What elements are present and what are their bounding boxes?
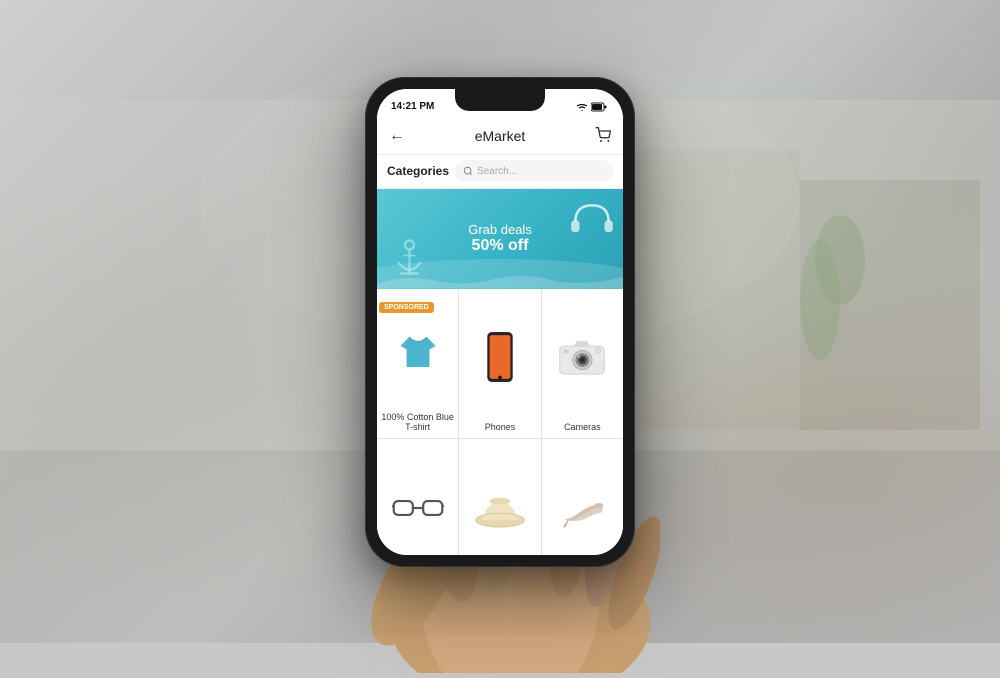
shoes-image <box>546 447 619 555</box>
app-content: Grab deals 50% off SPONSORED <box>377 189 623 555</box>
status-time: 14:21 PM <box>391 101 434 112</box>
search-bar: Categories Search... <box>377 155 623 189</box>
search-input-area[interactable]: Search... <box>455 160 613 182</box>
cameras-label: Cameras <box>564 422 601 432</box>
sponsored-badge: SPONSORED <box>379 302 434 313</box>
shirt-icon <box>396 330 440 374</box>
phone-body: 14:21 PM <box>365 77 635 567</box>
search-icon <box>463 166 473 176</box>
app-header: ← eMarket <box>377 119 623 155</box>
banner-wave <box>377 269 623 289</box>
camera-icon <box>558 337 606 377</box>
hat-image <box>463 447 536 555</box>
headphones-icon <box>567 195 617 245</box>
product-cell-shoes[interactable]: Shoes <box>542 439 623 555</box>
banner-wrapper: Grab deals 50% off SPONSORED <box>377 189 623 289</box>
banner-line2: 50% off <box>468 237 532 255</box>
phone-product-image <box>463 297 536 419</box>
battery-icon <box>591 102 607 112</box>
promotional-banner[interactable]: Grab deals 50% off <box>377 189 623 289</box>
phone-screen: 14:21 PM <box>377 89 623 555</box>
status-icons <box>576 102 607 112</box>
product-cell-glasses[interactable]: Glasses <box>377 439 458 555</box>
phone-notch <box>455 89 545 111</box>
phones-label: Phones <box>485 422 516 432</box>
banner-line1: Grab deals <box>468 222 532 237</box>
shirt-label: 100% Cotton Blue T-shirt <box>381 412 454 432</box>
search-placeholder: Search... <box>477 166 517 177</box>
back-button[interactable]: ← <box>389 127 405 145</box>
banner-text: Grab deals 50% off <box>468 222 532 255</box>
product-cell-cameras[interactable]: Cameras <box>542 289 623 439</box>
shoes-icon <box>559 485 605 531</box>
shirt-image <box>381 297 454 409</box>
product-grid: 100% Cotton Blue T-shirt Phone <box>377 289 623 555</box>
hat-icon <box>474 487 526 529</box>
product-cell-hats[interactable]: Hats <box>459 439 540 555</box>
wifi-icon <box>576 102 588 112</box>
glasses-image <box>381 447 454 555</box>
categories-label: Categories <box>387 164 449 178</box>
camera-image <box>546 297 619 419</box>
cart-button[interactable] <box>595 127 611 146</box>
phone-product-icon <box>484 332 516 382</box>
cart-icon <box>595 127 611 143</box>
glasses-icon <box>392 495 444 521</box>
app-title: eMarket <box>475 128 526 144</box>
product-cell-phones[interactable]: Phones <box>459 289 540 439</box>
phone-device: 14:21 PM <box>365 77 635 567</box>
